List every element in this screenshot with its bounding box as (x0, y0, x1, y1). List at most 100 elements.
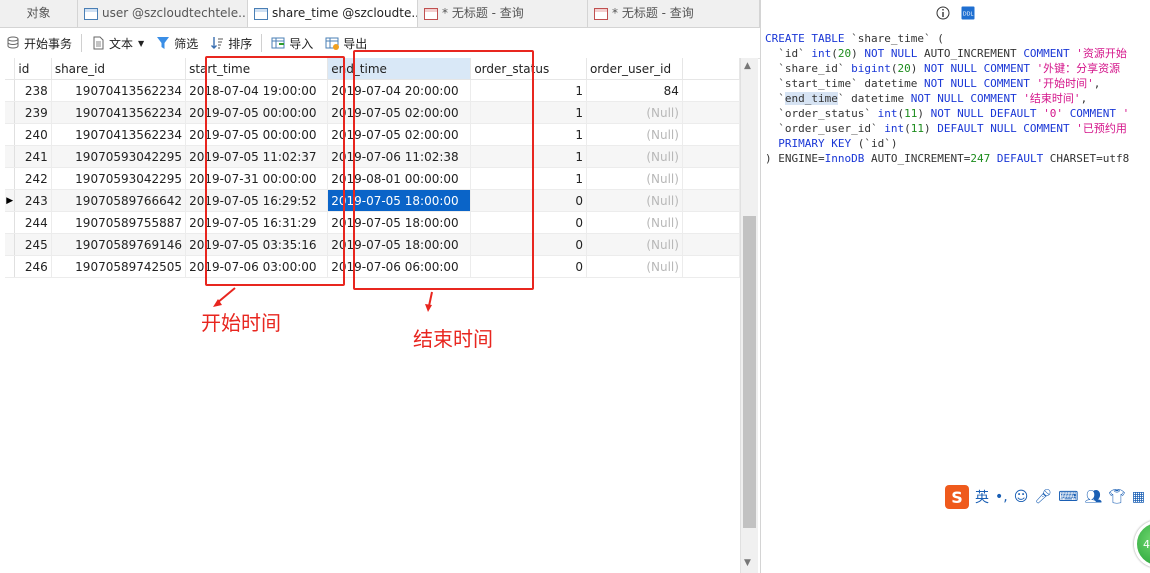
info-icon[interactable] (936, 6, 950, 20)
cell-share-id[interactable]: 19070413562234 (51, 123, 187, 146)
tab-query-1[interactable]: * 无标题 - 查询 (418, 0, 588, 27)
cell-order-user-id[interactable]: (Null) (586, 167, 683, 190)
ime-toolbar: S 英 •, ☺ 🎤︎ ⌨ 👥︎ 👕︎ ▦ (945, 484, 1150, 510)
database-icon (6, 36, 20, 50)
row-indicator[interactable] (5, 101, 16, 124)
tab-objects[interactable]: 对象 (0, 0, 78, 27)
toolbar-divider (261, 34, 263, 52)
row-indicator[interactable] (5, 211, 16, 234)
cell-filler (682, 167, 741, 190)
mic-icon[interactable]: 🎤︎ (1034, 489, 1052, 505)
cell-share-id[interactable]: 19070589769146 (51, 233, 187, 256)
scroll-up-icon[interactable]: ▲ (744, 61, 751, 71)
begin-transaction-label: 开始事务 (24, 36, 73, 51)
scroll-down-icon[interactable]: ▼ (744, 558, 751, 568)
row-indicator[interactable] (5, 233, 16, 256)
cell-filler (682, 233, 741, 256)
toolbar-divider (81, 34, 83, 52)
row-indicator-header (5, 58, 16, 80)
cell-id[interactable]: 244 (14, 211, 52, 234)
cell-order-user-id[interactable]: (Null) (586, 145, 683, 168)
cell-order-user-id[interactable]: 84 (586, 79, 683, 102)
cell-filler (682, 79, 741, 102)
cell-share-id[interactable]: 19070413562234 (51, 79, 187, 102)
cell-order-user-id[interactable]: (Null) (586, 233, 683, 256)
column-header-share-id[interactable]: share_id (51, 58, 187, 80)
cell-share-id[interactable]: 19070593042295 (51, 167, 187, 190)
start-time-annotation: 开始时间 (201, 311, 281, 335)
svg-text:DDL: DDL (963, 12, 974, 18)
cell-share-id[interactable]: 19070589766642 (51, 189, 187, 212)
cell-share-id[interactable]: 19070589755887 (51, 211, 187, 234)
scrollbar-thumb[interactable] (743, 216, 756, 528)
cell-id[interactable]: 242 (14, 167, 52, 190)
column-header-id[interactable]: id (14, 58, 52, 80)
cell-id[interactable]: 238 (14, 79, 52, 102)
row-indicator[interactable] (5, 167, 16, 190)
cell-filler (682, 211, 741, 234)
cell-filler (682, 189, 741, 212)
ddl-icon[interactable]: DDL (961, 6, 975, 20)
table-icon (254, 7, 268, 20)
cell-id[interactable]: 246 (14, 255, 52, 278)
text-button[interactable]: 文本 ▼ (85, 31, 150, 55)
shirt-icon[interactable]: 👕︎ (1108, 489, 1126, 505)
filter-label: 筛选 (174, 36, 199, 51)
badge-count: 48 (1143, 537, 1150, 551)
export-label: 导出 (343, 36, 368, 51)
sort-button[interactable]: 排序 (204, 31, 258, 55)
row-indicator[interactable] (5, 145, 16, 168)
ime-punctuation-toggle[interactable]: •, (995, 489, 1008, 505)
grid-icon[interactable]: ▦ (1132, 489, 1145, 505)
end-time-highlight-box (353, 50, 534, 290)
cell-order-user-id[interactable]: (Null) (586, 211, 683, 234)
tab-label: share_time @szcloudte... (272, 6, 418, 20)
row-indicator[interactable] (5, 79, 16, 102)
text-label: 文本 (109, 36, 134, 51)
cell-order-user-id[interactable]: (Null) (586, 255, 683, 278)
cell-share-id[interactable]: 19070589742505 (51, 255, 187, 278)
ime-language-toggle[interactable]: 英 (975, 487, 989, 507)
cell-order-user-id[interactable]: (Null) (586, 101, 683, 124)
cell-id[interactable]: 240 (14, 123, 52, 146)
import-button[interactable]: 导入 (265, 31, 319, 55)
ddl-line-5: `end_time` datetime NOT NULL COMMENT '结束… (765, 92, 1088, 105)
cell-share-id[interactable]: 19070413562234 (51, 101, 187, 124)
query-icon (594, 7, 608, 20)
export-icon (325, 36, 340, 50)
tab-label: user @szcloudtechtele... (102, 6, 248, 20)
cell-share-id[interactable]: 19070593042295 (51, 145, 187, 168)
tab-share-time-table[interactable]: share_time @szcloudte... (248, 0, 418, 27)
tab-query-2[interactable]: * 无标题 - 查询 (588, 0, 760, 27)
vertical-scrollbar[interactable]: ▲ ▼ (740, 58, 758, 573)
filter-button[interactable]: 筛选 (150, 31, 204, 55)
ddl-line-4: `start_time` datetime NOT NULL COMMENT '… (765, 77, 1101, 90)
query-icon (424, 7, 438, 20)
cell-filler (682, 255, 741, 278)
begin-transaction-button[interactable]: 开始事务 (0, 31, 78, 55)
people-icon[interactable]: 👥︎ (1084, 489, 1102, 505)
tab-user-table[interactable]: user @szcloudtechtele... (78, 0, 248, 27)
cell-order-user-id[interactable]: (Null) (586, 123, 683, 146)
row-indicator[interactable] (5, 255, 16, 278)
ddl-line-1: CREATE TABLE `share_time` ( (765, 32, 944, 45)
emoji-icon[interactable]: ☺ (1014, 489, 1029, 505)
cell-id[interactable]: 239 (14, 101, 52, 124)
column-header-filler (682, 58, 741, 80)
cell-filler (682, 123, 741, 146)
keyboard-icon[interactable]: ⌨ (1058, 489, 1078, 505)
sogou-logo-icon[interactable]: S (945, 485, 969, 509)
row-indicator[interactable] (5, 123, 16, 146)
column-header-order-user-id[interactable]: order_user_id (586, 58, 683, 80)
tab-strip: 对象 user @szcloudtechtele... share_time @… (0, 0, 760, 28)
cell-id[interactable]: 241 (14, 145, 52, 168)
ddl-line-9: ) ENGINE=InnoDB AUTO_INCREMENT=247 DEFAU… (765, 152, 1130, 165)
tab-label: * 无标题 - 查询 (442, 6, 524, 20)
end-time-annotation: 结束时间 (413, 327, 493, 351)
cell-order-user-id[interactable]: (Null) (586, 189, 683, 212)
ddl-line-7: `order_user_id` int(11) DEFAULT NULL COM… (765, 122, 1127, 135)
cell-id[interactable]: 245 (14, 233, 52, 256)
tab-label: 对象 (26, 6, 51, 20)
cell-id[interactable]: 243 (14, 189, 52, 212)
row-indicator[interactable]: ▶ (5, 189, 16, 212)
